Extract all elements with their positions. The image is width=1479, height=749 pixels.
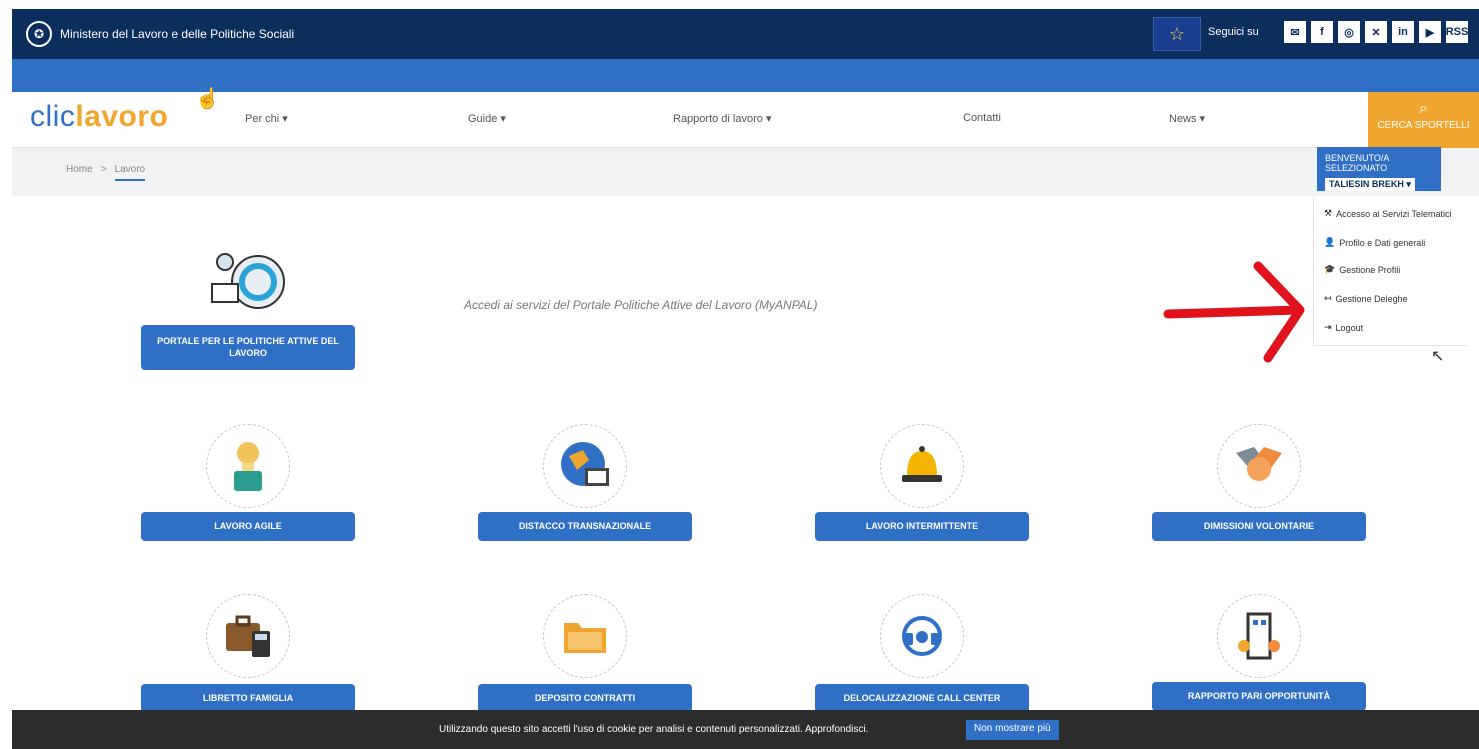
logout-icon: ⇥ — [1324, 322, 1332, 332]
logo-text-clic: clic — [30, 100, 76, 133]
youtube-icon[interactable]: ▶ — [1419, 21, 1441, 43]
user-dropdown-menu: ⚒ Accesso ai Servizi Telematici 👤 Profil… — [1313, 196, 1467, 346]
distacco-transnazionale-button[interactable]: DISTACCO TRANSNAZIONALE — [478, 512, 692, 541]
nav-contatti[interactable]: Contatti — [963, 112, 1001, 124]
politiche-attive-icon — [211, 253, 285, 309]
dimissioni-volontarie-button[interactable]: DIMISSIONI VOLONTARIE — [1152, 512, 1366, 541]
linkedin-icon[interactable]: in — [1392, 21, 1414, 43]
cookie-text: Utilizzando questo sito accetti l'uso di… — [439, 724, 869, 735]
menu-item-label: Profilo e Dati generali — [1339, 237, 1426, 248]
user-name: TALIESIN BREKH ▾ — [1325, 178, 1415, 191]
social-links: ✉ f ◎ ✕ in ▶ RSS — [1284, 21, 1468, 43]
menu-item-gestione-deleghe[interactable]: ↤ Gestione Deleghe — [1324, 293, 1408, 304]
breadcrumb-current: Lavoro — [114, 164, 146, 181]
instagram-icon[interactable]: ◎ — [1338, 21, 1360, 43]
portale-politiche-attive-button[interactable]: PORTALE PER LE POLITICHE ATTIVE DEL LAVO… — [141, 325, 355, 370]
distacco-transnazionale-icon — [543, 424, 627, 508]
menu-item-logout[interactable]: ⇥ Logout — [1324, 322, 1363, 333]
user-icon: 👤 — [1324, 237, 1336, 247]
rapporto-pari-opportunita-button[interactable]: RAPPORTO PARI OPPORTUNITÀ — [1152, 682, 1366, 711]
search-icon: ⌕ — [1419, 100, 1428, 117]
facebook-icon[interactable]: f — [1311, 21, 1333, 43]
cliclavoro-logo[interactable]: cliclavoro ☝ — [30, 88, 220, 134]
rss-icon[interactable]: RSS — [1446, 21, 1468, 43]
nav-news[interactable]: News ▾ — [1169, 112, 1205, 125]
nav-per-chi[interactable]: Per chi ▾ — [245, 112, 288, 125]
mouse-cursor-icon: ↖ — [1431, 348, 1445, 365]
lavoro-agile-button[interactable]: LAVORO AGILE — [141, 512, 355, 541]
eu-flag-icon: ☆ — [1153, 17, 1201, 51]
lavoro-intermittente-bell-icon — [880, 424, 964, 508]
menu-item-label: Accesso ai Servizi Telematici — [1336, 208, 1452, 219]
deposito-contratti-button[interactable]: DEPOSITO CONTRATTI — [478, 684, 692, 713]
menu-item-label: Logout — [1335, 322, 1364, 333]
breadcrumb-bar: Home > Lavoro — [12, 148, 1479, 196]
menu-item-servizi-telematici[interactable]: ⚒ Accesso ai Servizi Telematici — [1324, 208, 1451, 219]
tools-icon: ⚒ — [1324, 208, 1333, 218]
hero-description: Accedi ai servizi del Portale Politiche … — [464, 298, 818, 312]
menu-item-label: Gestione Profili — [1339, 264, 1401, 275]
cerca-sportelli-label: CERCA SPORTELLI — [1377, 120, 1470, 131]
welcome-label: BENVENUTO/A SELEZIONATO — [1325, 153, 1389, 173]
red-arrow-annotation — [1163, 261, 1305, 363]
graduation-cap-icon: 🎓 — [1324, 264, 1336, 274]
libretto-famiglia-briefcase-icon — [206, 594, 290, 678]
main-navbar: cliclavoro ☝ Per chi ▾ Guide ▾ Rapporto … — [12, 88, 1479, 148]
nav-guide[interactable]: Guide ▾ — [468, 112, 506, 125]
seguici-label: Seguici su — [1208, 26, 1259, 38]
pointer-hand-icon: ☝ — [195, 88, 221, 110]
pari-opportunita-building-icon — [1217, 594, 1301, 678]
email-icon[interactable]: ✉ — [1284, 21, 1306, 43]
menu-item-profilo[interactable]: 👤 Profilo e Dati generali — [1324, 237, 1425, 248]
deposito-contratti-folder-icon — [543, 594, 627, 678]
lavoro-agile-icon — [206, 424, 290, 508]
menu-item-label: Gestione Deleghe — [1335, 293, 1408, 304]
breadcrumb-separator: > — [100, 164, 107, 175]
menu-item-gestione-profili[interactable]: 🎓 Gestione Profili — [1324, 264, 1400, 275]
logo-text-lavoro: lavoro — [75, 100, 169, 133]
user-menu-toggle[interactable]: BENVENUTO/A SELEZIONATO TALIESIN BREKH ▾ — [1317, 147, 1441, 191]
cookie-dismiss-button[interactable]: Non mostrare più — [966, 720, 1059, 740]
x-icon[interactable]: ✕ — [1365, 21, 1387, 43]
breadcrumb-home[interactable]: Home — [66, 164, 93, 181]
libretto-famiglia-button[interactable]: LIBRETTO FAMIGLIA — [141, 684, 355, 713]
cookie-banner: Utilizzando questo sito accetti l'uso di… — [12, 710, 1479, 749]
delegate-icon: ↤ — [1324, 293, 1332, 303]
cerca-sportelli-button[interactable]: ⌕ CERCA SPORTELLI — [1368, 92, 1479, 148]
call-center-headset-icon — [880, 594, 964, 678]
nav-rapporto-di-lavoro[interactable]: Rapporto di lavoro ▾ — [673, 112, 771, 125]
delocalizzazione-call-center-button[interactable]: DELOCALIZZAZIONE CALL CENTER — [815, 684, 1029, 713]
blue-strip — [12, 59, 1479, 92]
dimissioni-volontarie-handshake-icon — [1217, 424, 1301, 508]
breadcrumb: Home > Lavoro — [66, 164, 146, 181]
ministry-topbar: ✪ Ministero del Lavoro e delle Politiche… — [12, 9, 1479, 59]
ministry-name: Ministero del Lavoro e delle Politiche S… — [60, 27, 295, 41]
lavoro-intermittente-button[interactable]: LAVORO INTERMITTENTE — [815, 512, 1029, 541]
ministry-link[interactable]: ✪ Ministero del Lavoro e delle Politiche… — [26, 21, 294, 47]
emblem-icon: ✪ — [26, 21, 52, 47]
